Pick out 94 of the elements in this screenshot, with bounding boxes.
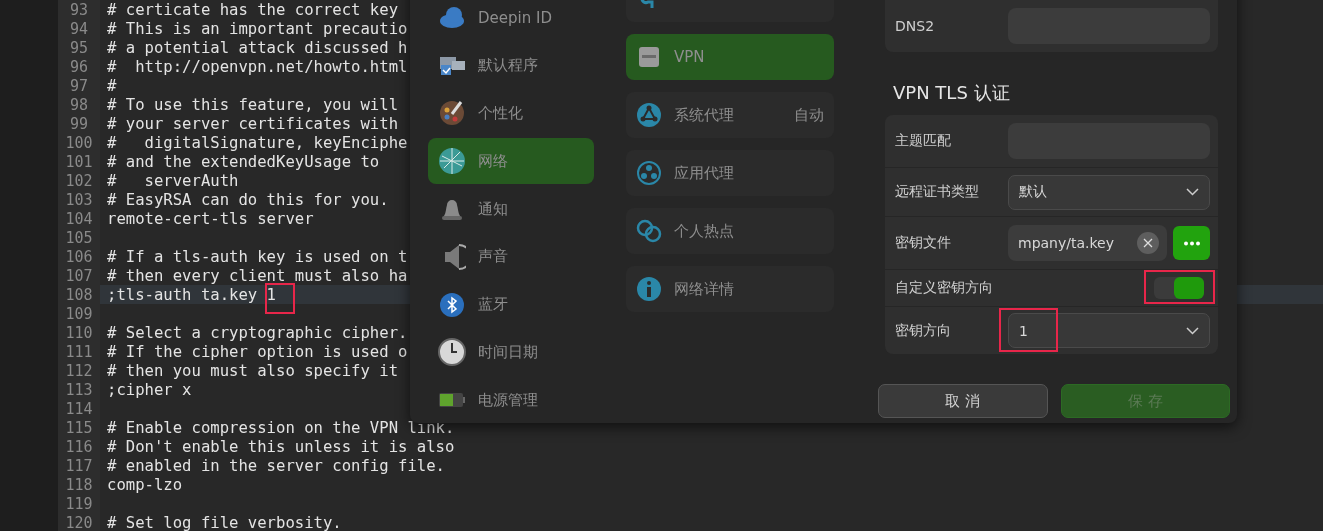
dropdown-value: 1 (1019, 322, 1028, 339)
sidebar-item[interactable]: 蓝牙 (428, 281, 594, 328)
code-line: comp-lzo (107, 475, 183, 494)
code-line: # If the cipher option is used o (107, 342, 408, 361)
line-number: 105 (64, 228, 94, 247)
dropdown[interactable]: 1 (1008, 313, 1210, 348)
app-nodes-icon (636, 159, 662, 187)
browse-button[interactable] (1173, 226, 1210, 260)
code-line: # Select a cryptographic cipher. (107, 323, 408, 342)
code-line: ;tls-auth ta.key 1 (107, 285, 276, 304)
line-number: 106 (64, 247, 94, 266)
line-number: 119 (64, 494, 94, 513)
line-number: 101 (64, 152, 94, 171)
line-number: 102 (64, 171, 94, 190)
line-number: 108 (64, 285, 94, 304)
network-menu-item[interactable]: 个人热点 (626, 208, 834, 254)
linked-rings-icon (636, 217, 662, 245)
line-number: 93 (68, 0, 90, 19)
section-heading: VPN TLS 认证 (892, 81, 1011, 105)
annotation-frame (265, 283, 295, 314)
line-number: 107 (64, 266, 94, 285)
code-line: # To use this feature, you will (107, 95, 399, 114)
clear-icon[interactable] (1137, 232, 1159, 254)
network-menu-item[interactable]: 网络详情 (626, 266, 834, 312)
code-line: # EasyRSA can do this for you. (107, 190, 389, 209)
code-line: # If a tls-auth key is used on t (107, 247, 408, 266)
network-nodes-icon (636, 101, 662, 129)
field-label: 主题匹配 (895, 132, 952, 150)
field-label: DNS2 (895, 18, 936, 34)
code-line: ;cipher x (107, 380, 192, 399)
sidebar-item[interactable]: 电源管理 (428, 377, 594, 424)
clock-icon (438, 337, 466, 368)
code-line: # then you must also specify it (107, 361, 399, 380)
sidebar-item[interactable]: 声音 (428, 233, 594, 280)
file-path-field[interactable]: mpany/ta.key (1008, 225, 1167, 261)
dropdown[interactable]: 默认 (1008, 174, 1210, 210)
network-menu-item[interactable]: 应用代理 (626, 150, 834, 196)
code-line: # your server certificates with (107, 114, 399, 133)
line-number: 98 (68, 95, 90, 114)
line-number: 97 (68, 76, 90, 95)
line-number: 99 (68, 114, 90, 133)
sidebar-item[interactable]: 默认程序 (428, 42, 594, 89)
line-number: 113 (64, 380, 94, 399)
status-value: 自动 (794, 105, 824, 125)
field-label: 密钥文件 (895, 234, 952, 252)
code-line: # Set log file verbosity. (107, 513, 342, 531)
sidebar-item[interactable]: Deepin ID (428, 0, 594, 41)
chevron-down-icon (1186, 326, 1199, 335)
line-number: 114 (64, 399, 94, 418)
line-number: 96 (68, 57, 90, 76)
code-line: # This is an important precautio (107, 19, 408, 38)
line-number: 110 (64, 323, 94, 342)
line-number: 120 (64, 513, 94, 531)
line-number: 118 (64, 475, 94, 494)
line-number: 112 (64, 361, 94, 380)
code-line: # (107, 76, 117, 95)
line-number: 109 (64, 304, 94, 323)
chevron-down-icon (1186, 188, 1199, 196)
line-number: 116 (64, 437, 94, 456)
code-line: # and the extendedKeyUsage to (107, 152, 380, 171)
field-label: 自定义密钥方向 (895, 279, 994, 297)
line-number: 117 (64, 456, 94, 475)
annotation-frame (1144, 270, 1215, 304)
sidebar-item[interactable]: 通知 (428, 186, 594, 232)
line-number: 104 (64, 209, 94, 228)
sidebar-item[interactable]: 网络 (428, 138, 594, 185)
sidebar-item[interactable]: 个性化 (428, 90, 594, 137)
globe-icon (438, 146, 466, 177)
cancel-button[interactable]: 取 消 (878, 384, 1048, 418)
code-line: # certicate has the correct key (107, 0, 399, 19)
code-line: # Don't enable this unless it is also (107, 437, 455, 456)
annotation-frame (999, 308, 1058, 352)
network-menu-item[interactable]: 系统代理 自动 (626, 92, 834, 138)
line-number: 100 (64, 133, 94, 152)
line-number: 94 (68, 19, 90, 38)
code-line: # http://openvpn.net/howto.html (107, 57, 408, 76)
network-menu-item[interactable]: VPN (626, 34, 834, 80)
field-label: 密钥方向 (895, 321, 952, 340)
dropdown-value: 默认 (1019, 183, 1047, 201)
info-icon (636, 275, 662, 303)
line-number: 95 (68, 38, 90, 57)
code-line: # enabled in the server config file. (107, 456, 445, 475)
line-number: 115 (64, 418, 94, 437)
code-line: # a potential attack discussed h (107, 38, 408, 57)
code-line: # digitalSignature, keyEnciphe (107, 133, 408, 152)
more-icon (1182, 240, 1201, 246)
code-line: remote-cert-tls server (107, 209, 314, 228)
code-line: # serverAuth (107, 171, 239, 190)
line-number: 111 (64, 342, 94, 361)
toggle-switch[interactable] (1154, 277, 1204, 299)
sidebar-item[interactable]: 时间日期 (428, 329, 594, 376)
code-line: # then every client must also ha (107, 266, 408, 285)
field-label: 远程证书类型 (895, 183, 980, 201)
line-number: 103 (64, 190, 94, 209)
